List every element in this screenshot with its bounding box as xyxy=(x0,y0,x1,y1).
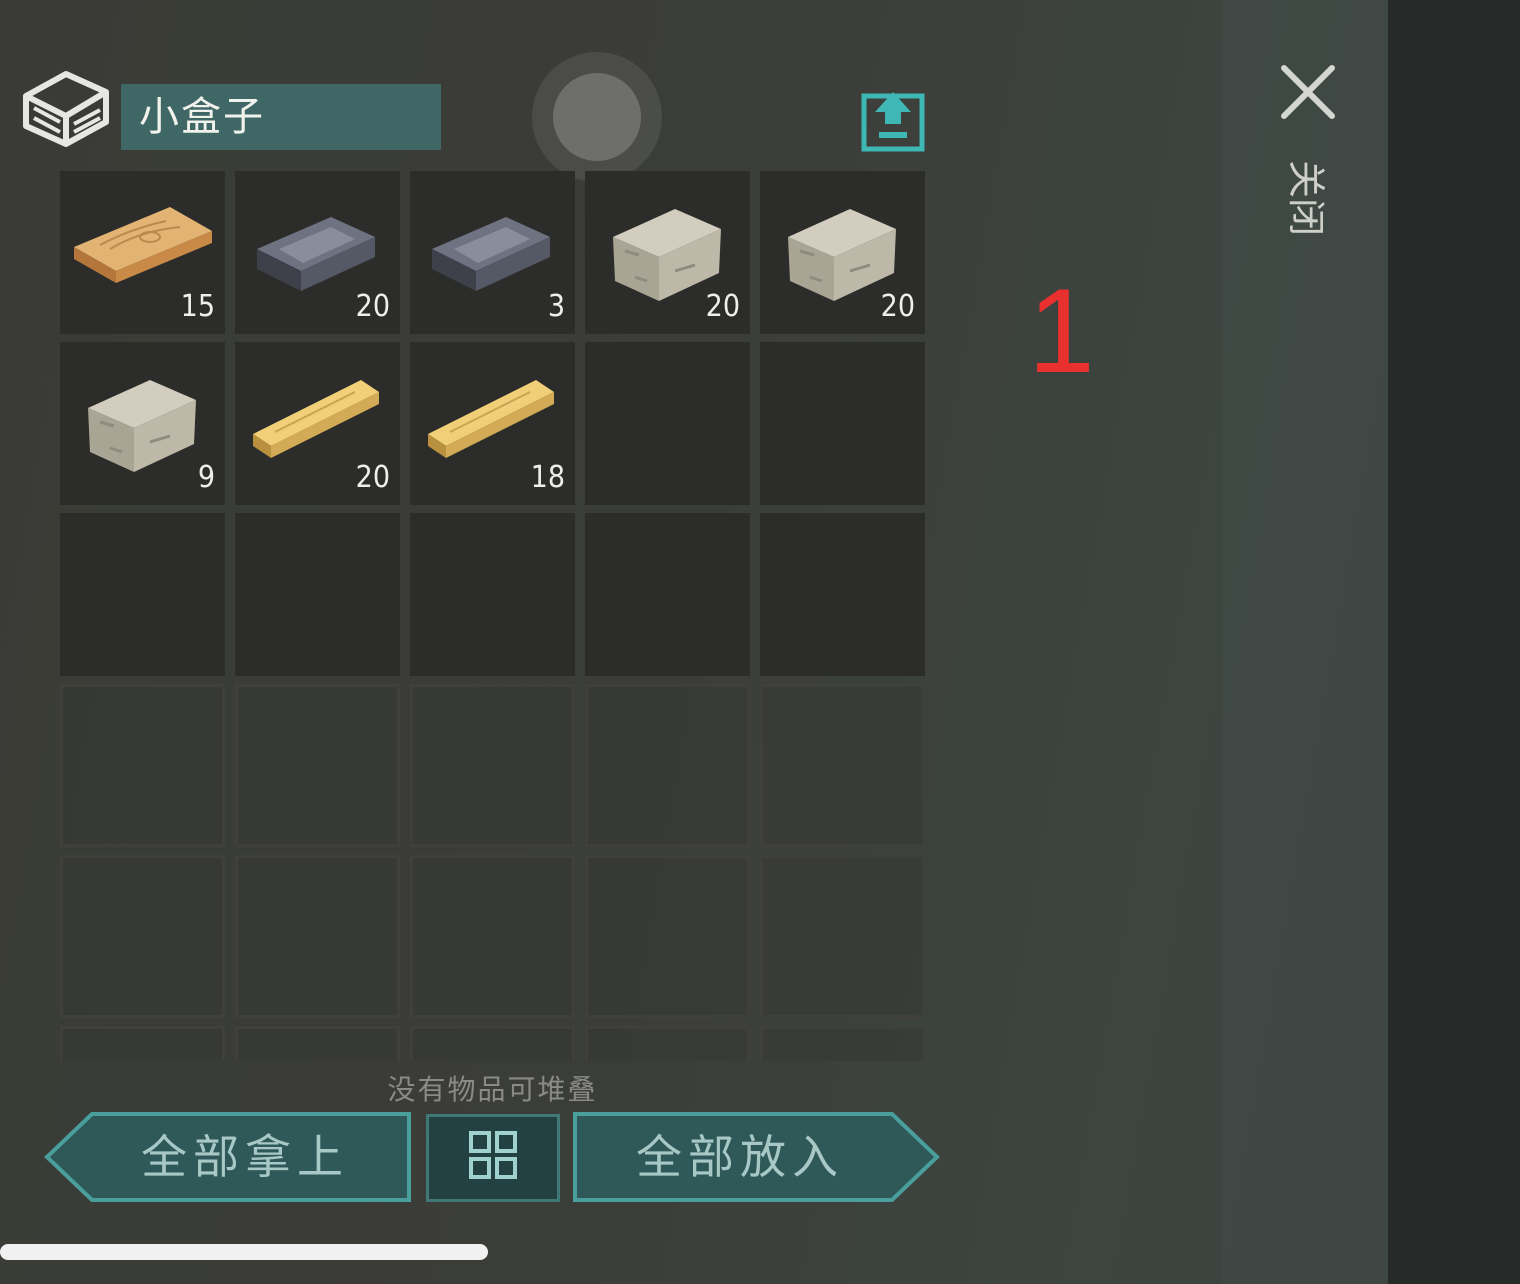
locked-slot xyxy=(585,1026,750,1061)
metal-ingot-icon xyxy=(257,217,375,291)
locked-slot xyxy=(760,855,925,1018)
locked-slot xyxy=(235,1026,400,1061)
locked-slot xyxy=(585,684,750,847)
locked-slot xyxy=(585,855,750,1018)
grid-sort-icon xyxy=(469,1131,517,1179)
sort-button[interactable] xyxy=(426,1114,560,1202)
inventory-slot[interactable]: 20 xyxy=(235,171,400,334)
annotation-number: 1 xyxy=(1028,264,1095,398)
light-plank-icon xyxy=(428,380,554,458)
screen-edge-background xyxy=(1388,0,1520,1284)
inventory-slot[interactable]: 20 xyxy=(235,342,400,505)
locked-slot xyxy=(760,1026,925,1061)
inventory-slot[interactable]: 15 xyxy=(60,171,225,334)
close-label[interactable]: 关闭 xyxy=(1284,160,1328,236)
close-icon[interactable] xyxy=(1278,62,1338,122)
box-icon xyxy=(23,71,109,147)
container-title: 小盒子 xyxy=(121,84,441,150)
locked-slot xyxy=(760,684,925,847)
item-count: 20 xyxy=(355,289,390,324)
inventory-slot[interactable] xyxy=(585,513,750,676)
locked-slot xyxy=(235,684,400,847)
home-indicator[interactable] xyxy=(0,1244,488,1260)
item-count: 18 xyxy=(530,460,565,495)
joystick-knob[interactable] xyxy=(553,73,641,161)
light-plank-icon xyxy=(253,380,379,458)
stack-status-text: 没有物品可堆叠 xyxy=(387,1073,598,1106)
locked-slot xyxy=(60,684,225,847)
locked-slot xyxy=(235,855,400,1018)
item-count: 20 xyxy=(705,289,740,324)
locked-slot xyxy=(60,1026,225,1061)
put-all-label: 全部放入 xyxy=(636,1130,844,1184)
locked-slot xyxy=(410,1026,575,1061)
wood-plank-icon xyxy=(74,207,212,283)
item-count: 9 xyxy=(197,460,215,495)
item-count: 20 xyxy=(880,289,915,324)
inventory-slot[interactable]: 9 xyxy=(60,342,225,505)
metal-ingot-icon xyxy=(432,217,550,291)
inventory-grid: 15 20 3 20 20 9 20 18 xyxy=(60,171,925,1061)
locked-slot xyxy=(410,855,575,1018)
inventory-slot[interactable] xyxy=(585,342,750,505)
inventory-slot[interactable]: 20 xyxy=(760,171,925,334)
item-count: 3 xyxy=(547,289,565,324)
inventory-slot[interactable]: 18 xyxy=(410,342,575,505)
locked-slot xyxy=(60,855,225,1018)
item-count: 20 xyxy=(355,460,390,495)
inventory-slot[interactable] xyxy=(60,513,225,676)
item-count: 15 xyxy=(180,289,215,324)
stone-block-icon xyxy=(88,380,196,472)
inventory-slot[interactable] xyxy=(410,513,575,676)
inventory-slot[interactable]: 3 xyxy=(410,171,575,334)
inventory-slot[interactable]: 20 xyxy=(585,171,750,334)
inventory-slot[interactable] xyxy=(760,513,925,676)
inventory-slot[interactable] xyxy=(235,513,400,676)
take-all-label: 全部拿上 xyxy=(141,1130,349,1184)
locked-slot xyxy=(410,684,575,847)
inventory-slot[interactable] xyxy=(760,342,925,505)
upload-icon[interactable] xyxy=(861,86,925,152)
